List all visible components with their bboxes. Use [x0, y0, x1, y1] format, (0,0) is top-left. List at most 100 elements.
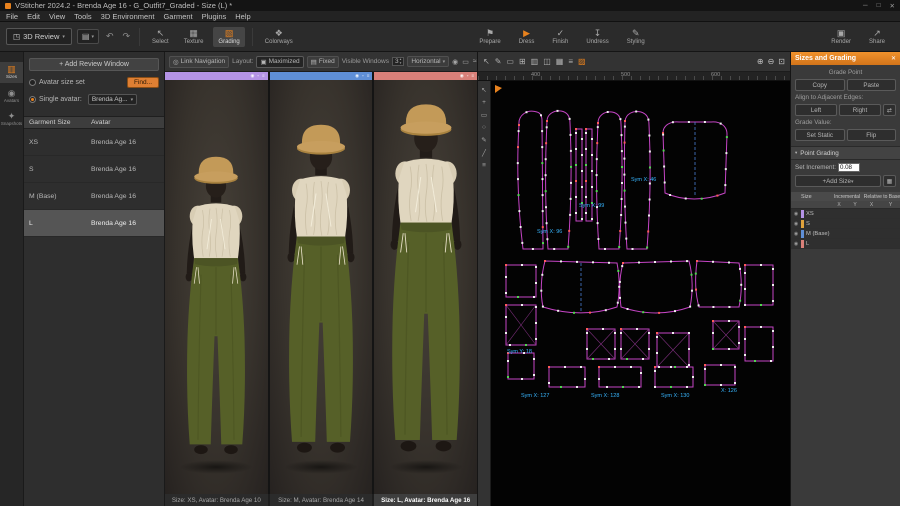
finish-button[interactable]: ✓ Finish	[547, 27, 573, 47]
redo-icon[interactable]: ↷	[121, 31, 133, 42]
undo-icon[interactable]: ↶	[104, 31, 116, 42]
pen-icon[interactable]: ✎	[481, 136, 486, 144]
menu-tools[interactable]: Tools	[74, 12, 92, 21]
minimize-icon[interactable]: ─	[863, 2, 868, 10]
grading-row-xs[interactable]: ◉ XS	[791, 209, 900, 219]
snapshot-icon[interactable]: ▫	[257, 74, 259, 79]
line-icon[interactable]: ╱	[482, 149, 486, 157]
pattern-canvas[interactable]: Sym X: 96 Sym X: 99 Sym X: 46 Sym Y: 18 …	[491, 81, 790, 506]
colorways-tool-button[interactable]: ❖ Colorways	[260, 27, 298, 47]
grading-tool-button[interactable]: ▧ Grading	[213, 27, 244, 47]
set-static-button[interactable]: Set Static	[795, 129, 845, 141]
viewport-3d-l[interactable]	[374, 80, 477, 494]
paste-button[interactable]: Paste	[847, 79, 897, 91]
snapshot-icon[interactable]: ▫	[467, 74, 469, 79]
view-mode-dropdown[interactable]: ◳ 3D Review ▾	[6, 28, 72, 45]
camera-icon[interactable]: ◉	[355, 74, 359, 79]
visible-windows-stepper[interactable]: 3 ▴▾	[392, 57, 404, 66]
menu-icon[interactable]: ≡	[262, 74, 265, 79]
down-arrow-icon[interactable]: ▾	[400, 62, 402, 66]
sidebar-item-sizes[interactable]: ▥ Sizes	[0, 62, 23, 83]
menu-file[interactable]: File	[6, 12, 18, 21]
cells-icon[interactable]: ▥	[531, 58, 539, 66]
select-tool-button[interactable]: ↖ Select	[147, 27, 174, 47]
rect-icon[interactable]: ▭	[481, 111, 487, 119]
menu-icon[interactable]: ≡	[471, 74, 474, 79]
dress-button[interactable]: ▶ Dress	[514, 27, 540, 47]
avatar-dropdown[interactable]: Brenda Ag... ▾	[88, 94, 137, 105]
size-row-xs[interactable]: XS Brenda Age 16	[24, 129, 164, 156]
pen-icon[interactable]: ✎	[495, 58, 502, 66]
pointer-icon[interactable]: ↖	[481, 86, 486, 94]
size-row-m[interactable]: M (Base) Brenda Age 16	[24, 183, 164, 210]
sidebar-item-snapshots[interactable]: ✦ Snapshots	[0, 109, 23, 130]
size-row-s[interactable]: S Brenda Age 16	[24, 156, 164, 183]
menu-garment[interactable]: Garment	[163, 12, 192, 21]
fixed-layout-button[interactable]: ▤ Fixed	[307, 56, 339, 68]
undress-button[interactable]: ↧ Undress	[581, 27, 613, 47]
single-avatar-radio[interactable]	[29, 96, 36, 103]
menu-edit[interactable]: Edit	[27, 12, 40, 21]
viewport-header-m[interactable]: ◉ ▫ ≡	[270, 72, 373, 80]
align-left-button[interactable]: Left	[795, 104, 837, 116]
increment-input[interactable]	[838, 163, 860, 172]
render-button[interactable]: ▣ Render	[826, 27, 856, 47]
eye-icon[interactable]: ◉	[791, 211, 801, 217]
texture-tool-button[interactable]: ▦ Texture	[179, 27, 209, 47]
viewport-3d-xs[interactable]	[165, 80, 268, 494]
camera-icon[interactable]: ◉	[250, 74, 254, 79]
rect-icon[interactable]: ▭	[506, 58, 514, 66]
prepare-button[interactable]: ⚑ Prepare	[474, 27, 505, 47]
close-icon[interactable]: ✕	[891, 55, 896, 62]
viewport-3d-m[interactable]	[270, 80, 373, 494]
styling-button[interactable]: ✎ Styling	[622, 27, 650, 47]
menu-icon[interactable]: ≡	[482, 162, 486, 169]
panel-header[interactable]: Sizes and Grading ✕	[791, 52, 900, 65]
zoom-fit-icon[interactable]: ⊡	[778, 57, 785, 66]
close-icon[interactable]: ✕	[890, 2, 895, 10]
zoom-in-icon[interactable]: ⊕	[757, 57, 764, 66]
menu-help[interactable]: Help	[235, 12, 250, 21]
add-size-dropdown[interactable]: +Add Size▾	[795, 175, 881, 187]
align-right-button[interactable]: Right	[839, 104, 881, 116]
table-icon[interactable]: ▦	[556, 58, 564, 66]
eye-icon[interactable]: ◉	[791, 221, 801, 227]
wave-icon[interactable]: ≈	[473, 58, 477, 65]
grid-icon[interactable]: ⊞	[519, 58, 526, 66]
grading-row-s[interactable]: ◉ S	[791, 219, 900, 229]
add-review-window-button[interactable]: + Add Review Window	[29, 58, 159, 71]
table-icon[interactable]: ▦	[883, 175, 896, 187]
link-navigation-toggle[interactable]: ◎ Link Navigation	[169, 56, 229, 68]
viewport-header-xs[interactable]: ◉ ▫ ≡	[165, 72, 268, 80]
circle-icon[interactable]: ○	[482, 124, 486, 131]
menu-icon[interactable]: ≡	[367, 74, 370, 79]
maximize-icon[interactable]: □	[877, 2, 881, 10]
eye-icon[interactable]: ◉	[791, 231, 801, 237]
list-icon[interactable]: ≡	[568, 58, 573, 66]
merge-icon[interactable]: ◫	[543, 58, 551, 66]
menu-plugins[interactable]: Plugins	[202, 12, 227, 21]
grading-row-m[interactable]: ◉ M (Base)	[791, 229, 900, 239]
pointer-icon[interactable]: ↖	[483, 58, 490, 66]
camera-icon[interactable]: ◉	[452, 58, 458, 66]
flip-button[interactable]: Flip	[847, 129, 897, 141]
swap-icon[interactable]: ⇄	[883, 104, 896, 116]
grading-row-l[interactable]: ◉ L	[791, 239, 900, 249]
avatar-size-set-radio[interactable]	[29, 79, 36, 86]
display-icon[interactable]: ▭	[462, 58, 469, 66]
swatch-icon[interactable]: ▨	[578, 58, 586, 66]
share-button[interactable]: ↗ Share	[864, 27, 890, 47]
garment-selector-dropdown[interactable]: ▤ ▾	[77, 29, 99, 44]
size-row-l[interactable]: L Brenda Age 16	[24, 210, 164, 237]
maximized-layout-button[interactable]: ▣ Maximized	[256, 56, 303, 68]
sidebar-item-avatars[interactable]: ◉ Avatars	[0, 86, 23, 107]
menu-view[interactable]: View	[49, 12, 65, 21]
zoom-out-icon[interactable]: ⊖	[768, 57, 775, 66]
menu-3d-environment[interactable]: 3D Environment	[101, 12, 155, 21]
camera-icon[interactable]: ◉	[460, 74, 464, 79]
snapshot-icon[interactable]: ▫	[362, 74, 364, 79]
find-button[interactable]: Find...	[127, 77, 159, 88]
copy-button[interactable]: Copy	[795, 79, 845, 91]
point-grading-section-header[interactable]: ▾ Point Grading	[791, 146, 900, 160]
orientation-dropdown[interactable]: Horizontal ▾	[407, 56, 449, 67]
